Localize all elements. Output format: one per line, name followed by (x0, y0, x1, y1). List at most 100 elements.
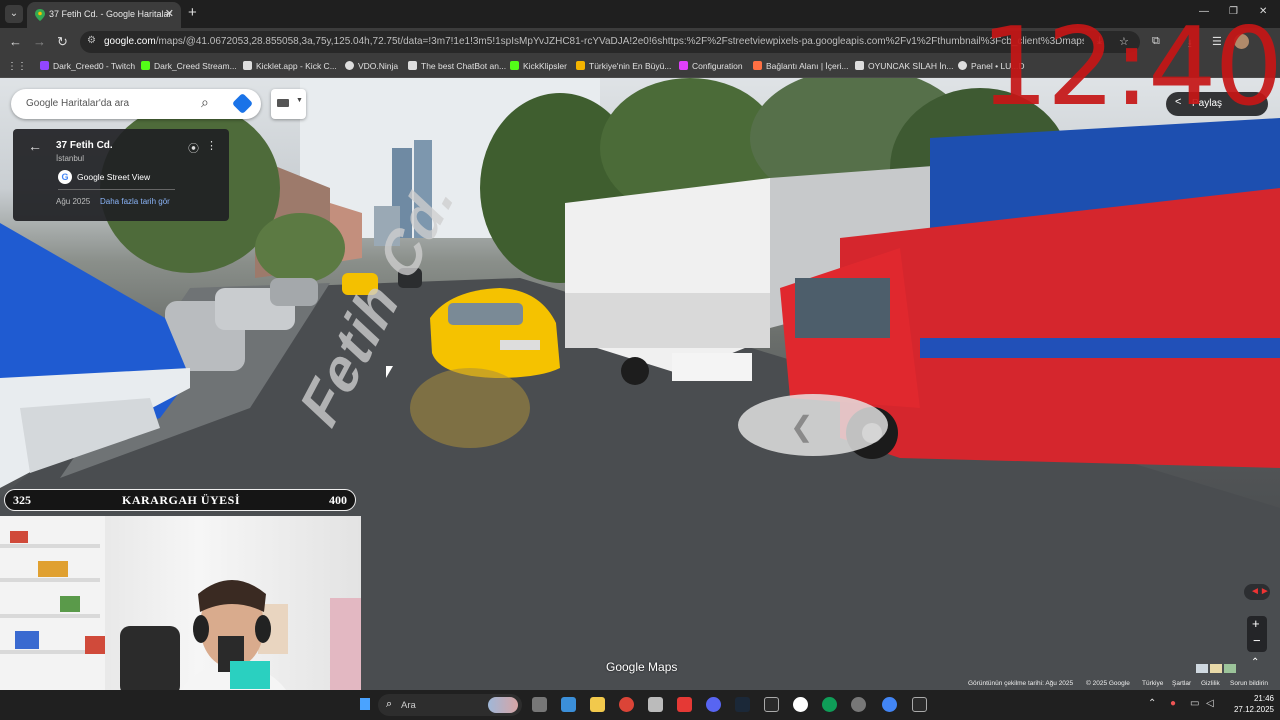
bookmark-item[interactable]: VDO.Ninja (345, 61, 398, 71)
place-city: İstanbul (56, 154, 85, 163)
epic-games-icon[interactable] (764, 697, 779, 712)
discord-icon[interactable] (706, 697, 721, 712)
stream-xp-bar: 325 KARARGAH ÜYESİ 400 (4, 489, 356, 511)
taskbar-clock[interactable]: 21:46 27.12.2025 (1228, 693, 1274, 715)
chevron-left-icon: ❮ (790, 411, 814, 442)
xp-rank-title: KARARGAH ÜYESİ (121, 493, 240, 507)
chrome-icon[interactable] (619, 697, 634, 712)
app-icon[interactable] (677, 697, 692, 712)
capture-date: Ağu 2025 (56, 197, 91, 206)
twitch-icon (40, 61, 49, 70)
tray-overflow-icon[interactable]: ⌃ (1148, 698, 1156, 709)
bookmark-item[interactable]: Bağlantı Alanı | İçeri... (753, 61, 849, 71)
keyboard-icon (277, 99, 289, 107)
zoom-control: + − (1247, 616, 1267, 652)
report-link[interactable]: Sorun bildirin (1230, 680, 1268, 687)
more-options-icon[interactable]: ⋮ (206, 139, 217, 152)
mouse-cursor-icon (386, 366, 393, 378)
chrome-icon[interactable] (882, 697, 897, 712)
app-icon[interactable] (648, 697, 663, 712)
bookmark-item[interactable]: Türkiye'nin En Büyü... (576, 61, 671, 71)
vdo-ninja-icon (345, 61, 354, 70)
bookmark-item[interactable]: Kicklet.app - Kick C... (243, 61, 337, 71)
street-view-place-card: ← 37 Fetih Cd. İstanbul ⦿ ⋮ G Google Str… (13, 129, 229, 221)
file-explorer-icon[interactable] (590, 697, 605, 712)
microphone-icon[interactable]: ● (1170, 698, 1176, 709)
forward-icon[interactable]: → (33, 34, 46, 49)
taskbar-search[interactable]: ⌕ Ara (378, 694, 522, 716)
maps-search-box[interactable]: Google Haritalar'da ara ⌕ (11, 89, 261, 119)
zoom-out-button[interactable]: − (1253, 633, 1261, 648)
google-g-icon: G (58, 170, 72, 184)
url-text: google.com/maps/@41.0672053,28.855058,3a… (104, 36, 1084, 47)
chatbot-icon (408, 61, 417, 70)
new-tab-button[interactable]: + (188, 4, 197, 21)
kick-icon (510, 61, 519, 70)
search-input[interactable]: Google Haritalar'da ara (26, 98, 129, 109)
apps-grid-icon[interactable]: ⋮⋮ (7, 61, 27, 72)
xp-max-value: 400 (329, 493, 347, 507)
taskbar-time: 21:46 (1253, 694, 1274, 703)
epic-games-icon[interactable] (912, 697, 927, 712)
panel-icon (958, 61, 967, 70)
dropdown-arrow-icon: ▼ (296, 97, 303, 104)
bookmark-item[interactable]: Dark_Creed0 - Twitch (40, 61, 135, 71)
location-pin-icon[interactable]: ⦿ (188, 140, 199, 156)
imagery-thumbnails[interactable] (1196, 660, 1240, 673)
zoom-in-button[interactable]: + (1252, 616, 1260, 631)
more-dates-link[interactable]: Daha fazla tarih gör (100, 197, 170, 206)
tab-title: 37 Fetih Cd. - Google Haritalar (49, 9, 172, 19)
bookmark-item[interactable]: KickKlipsler (510, 61, 567, 71)
site-info-icon[interactable]: ⚙ (87, 35, 96, 46)
obs-icon[interactable] (851, 697, 866, 712)
stream-clock-overlay: 12:40 (980, 5, 1280, 130)
bookmark-item[interactable]: The best ChatBot an... (408, 61, 506, 71)
directions-icon[interactable] (231, 92, 254, 115)
back-arrow-icon[interactable]: ← (28, 138, 42, 154)
site-icon (576, 61, 585, 70)
terms-link[interactable]: Şartlar (1172, 680, 1191, 687)
taskbar-date: 27.12.2025 (1233, 705, 1274, 714)
browser-tab-active[interactable]: 37 Fetih Cd. - Google Haritalar ✕ (27, 2, 181, 28)
expand-icon[interactable]: ⌃ (1251, 657, 1259, 668)
reload-icon[interactable]: ↻ (57, 34, 68, 50)
config-icon (679, 61, 688, 70)
kicklet-icon (243, 61, 252, 70)
back-icon[interactable]: ← (9, 34, 22, 49)
tab-close-icon[interactable]: ✕ (165, 7, 174, 20)
windows-taskbar: ⌕ Ara ⌃ ● ▭ ◁ 21:46 27.12.2025 (0, 690, 1280, 720)
capture-date-footer: Görüntünün çekilme tarihi: Ağu 2025 (968, 680, 1074, 687)
app-icon[interactable] (822, 697, 837, 712)
privacy-link[interactable]: Gizlilik (1201, 680, 1220, 687)
bookmark-item[interactable]: Dark_Creed Stream... (141, 61, 237, 71)
tab-search-button[interactable]: ⌄ (5, 5, 23, 23)
google-maps-favicon-icon (35, 9, 45, 21)
street-view-navigation-arrow[interactable]: ❮ (738, 394, 888, 456)
place-name: 37 Fetih Cd. (56, 140, 113, 151)
copyright-text: © 2025 Google (1086, 680, 1130, 687)
thumbnail-icon (1224, 664, 1236, 673)
divider (58, 189, 175, 190)
maps-footer: Görüntünün çekilme tarihi: Ağu 2025 © 20… (960, 679, 1280, 690)
compass-icon: ◄► (1250, 586, 1270, 597)
volume-icon[interactable]: ◁ (1206, 698, 1214, 709)
screen: ⌄ 37 Fetih Cd. - Google Haritalar ✕ + — … (0, 0, 1280, 720)
bookmark-item[interactable]: Configuration (679, 61, 743, 71)
network-icon[interactable]: ▭ (1190, 698, 1199, 709)
steam-icon[interactable] (735, 697, 750, 712)
imagery-source: Google Street View (77, 172, 151, 182)
bookmark-item[interactable]: OYUNCAK SİLAH İn... (855, 61, 954, 71)
taskbar-search-input[interactable]: Ara (401, 700, 416, 711)
kick-icon (141, 61, 150, 70)
thumbnail-icon (1210, 664, 1222, 673)
search-icon[interactable]: ⌕ (201, 94, 209, 111)
country-link[interactable]: Türkiye (1142, 680, 1163, 687)
search-icon: ⌕ (386, 698, 393, 710)
task-view-icon[interactable] (532, 697, 547, 712)
store-icon[interactable] (561, 697, 576, 712)
chatgpt-icon[interactable] (793, 697, 808, 712)
link-icon (753, 61, 762, 70)
windows-start-icon[interactable] (360, 698, 370, 710)
compass-button[interactable]: ◄► (1244, 584, 1270, 600)
street-view-layer-button[interactable]: ▼ (271, 89, 306, 119)
